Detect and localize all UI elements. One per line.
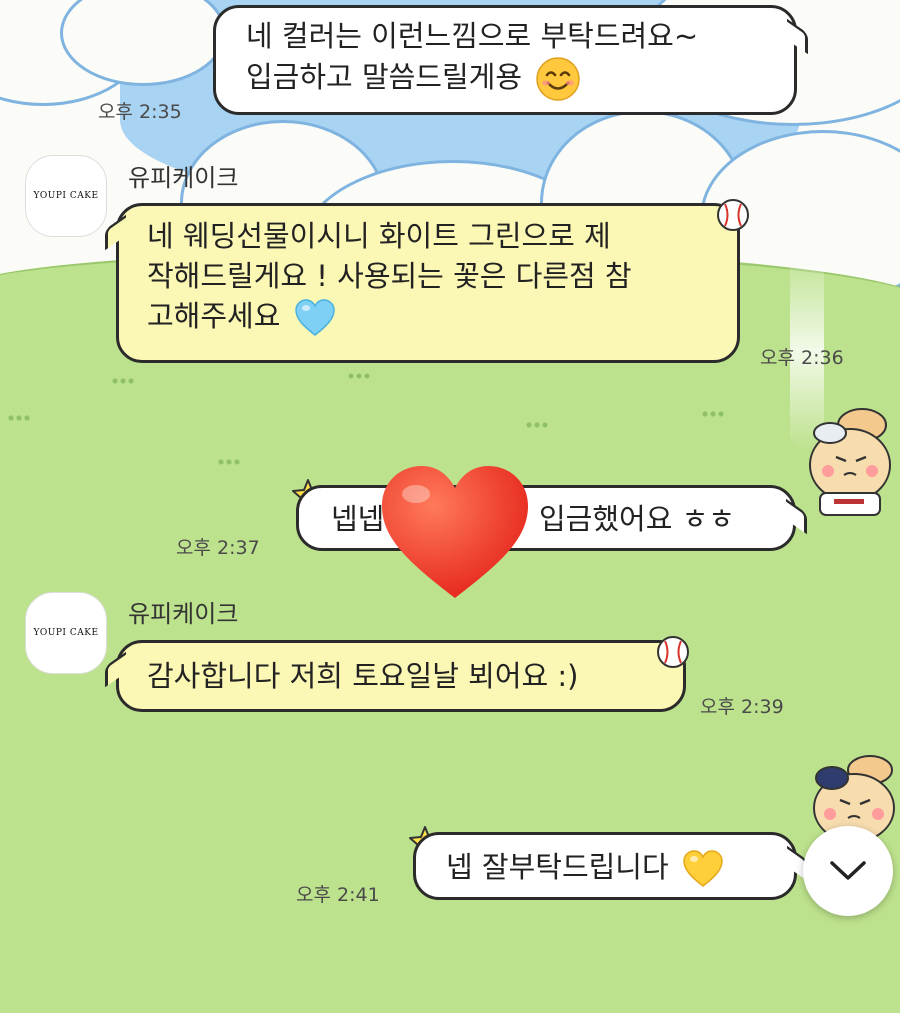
- red-heart-icon: [382, 466, 528, 598]
- mascot-character-icon: [809, 408, 891, 516]
- message-text: 입금하고 말씀드릴게용: [246, 60, 523, 94]
- message-text: 넵 잘부탁드립니다: [446, 850, 669, 884]
- grass-tuft: [348, 372, 370, 380]
- grass-tuft: [8, 414, 30, 422]
- scroll-to-bottom-button[interactable]: [803, 826, 893, 916]
- sender-name: 유피케이크: [128, 164, 239, 192]
- yellow-heart-icon: [683, 850, 723, 887]
- outgoing-message-bubble[interactable]: 넵넵 입금했어요 ㅎㅎ: [296, 485, 807, 551]
- message-text-line: 네 웨딩선물이시니 화이트 그린으로 제: [147, 219, 611, 253]
- avatar-logo: YOUPI CAKE: [33, 191, 99, 201]
- message-time: 오후 2:37: [176, 537, 260, 559]
- incoming-message-bubble[interactable]: 감사합니다 저희 토요일날 뵈어요 :): [105, 640, 686, 712]
- message-text: 넵넵: [331, 502, 385, 536]
- message-time: 오후 2:39: [700, 696, 784, 718]
- baseball-icon: [657, 636, 689, 668]
- grass-tuft: [526, 421, 548, 429]
- message-text-line: 입금하고 말씀드릴게용: [246, 56, 764, 102]
- sender-avatar[interactable]: YOUPI CAKE: [25, 592, 107, 674]
- grass-tuft: [702, 410, 724, 418]
- message-text: 입금했어요 ㅎㅎ: [539, 502, 735, 536]
- avatar-logo: YOUPI CAKE: [33, 628, 99, 638]
- message-time: 오후 2:35: [98, 101, 182, 123]
- incoming-message-bubble[interactable]: 네 웨딩선물이시니 화이트 그린으로 제 작해드릴게요 ! 사용되는 꽃은 다른…: [105, 203, 740, 363]
- message-time: 오후 2:36: [760, 347, 844, 369]
- message-text-line: 작해드릴게요 ! 사용되는 꽃은 다른점 참: [147, 259, 632, 293]
- grass-tuft: [218, 458, 240, 466]
- chevron-down-icon: [830, 861, 866, 880]
- outgoing-message-bubble[interactable]: 넵 잘부탁드립니다: [413, 832, 808, 900]
- message-time: 오후 2:41: [296, 884, 380, 906]
- message-text-line: 넵 잘부탁드립니다: [446, 847, 764, 889]
- sender-name: 유피케이크: [128, 600, 239, 628]
- message-text: 고해주세요: [147, 299, 281, 333]
- baseball-icon: [717, 199, 749, 231]
- message-text-line: 고해주세요: [147, 296, 709, 338]
- smiling-face-icon: [536, 57, 580, 101]
- message-text-line: 네 컬러는 이런느낌으로 부탁드려요~: [246, 19, 699, 53]
- message-text-line: 감사합니다 저희 토요일날 뵈어요 :): [147, 659, 579, 693]
- grass-tuft: [112, 377, 134, 385]
- light-blue-heart-icon: [294, 299, 335, 336]
- sender-avatar[interactable]: YOUPI CAKE: [25, 155, 107, 237]
- outgoing-message-bubble[interactable]: 네 컬러는 이런느낌으로 부탁드려요~ 입금하고 말씀드릴게용: [213, 5, 808, 115]
